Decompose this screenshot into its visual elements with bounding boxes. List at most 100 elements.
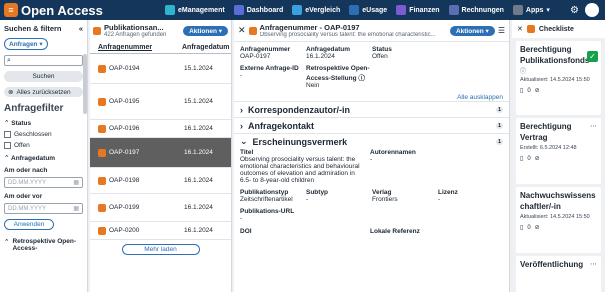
nav-apps[interactable]: Apps ▾ <box>512 5 550 15</box>
field-value: 16.1.2024 <box>306 53 335 60</box>
field-label: Status <box>372 46 392 53</box>
document-icon[interactable]: ▯ <box>520 87 523 94</box>
field-value: OAP-0197 <box>240 53 271 60</box>
list-view-icon[interactable]: ☰ <box>498 26 505 35</box>
close-icon[interactable]: ✕ <box>238 25 246 36</box>
checklist-icon <box>526 25 535 33</box>
list-icon <box>93 27 101 35</box>
more-icon[interactable]: ⋯ <box>590 260 597 268</box>
search-input[interactable]: ⌕ <box>4 55 83 66</box>
verlag-value: Frontiers <box>372 196 398 203</box>
card-meta: Erstellt: 6.5.2024 12:48 <box>520 145 577 151</box>
after-label: Am oder nach <box>4 167 48 174</box>
checklist-title: Checkliste <box>538 25 574 33</box>
expand-all-link[interactable]: Alle ausklappen <box>234 94 509 101</box>
autoren-value: - <box>370 156 373 163</box>
field-value: - <box>240 72 243 79</box>
close-icon[interactable]: ✕ <box>517 25 523 33</box>
request-icon <box>248 26 257 35</box>
finanzen-icon <box>396 5 407 15</box>
hide-icon[interactable]: ⊘ <box>535 224 540 231</box>
section-erscheinungsvermerk[interactable]: ⌄ Erscheinungsvermerk 1 <box>234 133 509 149</box>
date-after-field[interactable]: DD.MM.YYYY ▦ <box>4 177 83 188</box>
checkbox-geschlossen[interactable]: Geschlossen <box>4 131 83 138</box>
nav-eusage[interactable]: eUsage <box>349 5 387 15</box>
col-anfragenummer[interactable]: Anfragenummer <box>98 44 182 51</box>
reset-button[interactable]: ⊗ Alles zurücksetzen <box>4 87 83 97</box>
checklist-card[interactable]: Nachwuchswissenschaftler/-in Aktualisier… <box>516 187 601 253</box>
section-anfragekontakt[interactable]: › Anfragekontakt 1 <box>234 117 509 133</box>
checklist-panel: ✕ Checkliste Berechtigung Publikationsfo… <box>512 20 605 292</box>
apps-icon <box>512 5 523 15</box>
card-title: Berechtigung Publikationsfonds <box>520 45 590 65</box>
info-icon: ⓘ <box>358 75 365 82</box>
app-brand[interactable]: ≡ Open Access <box>0 3 150 18</box>
chevron-down-icon: ▾ <box>546 7 550 14</box>
checklist-card[interactable]: ⋯ Berechtigung Vertrag Erstellt: 6.5.202… <box>516 118 601 184</box>
request-list: Publikationsan... 422 Anfragen gefunden … <box>90 20 232 292</box>
nav-rechnungen[interactable]: Rechnungen <box>448 5 504 15</box>
hide-icon[interactable]: ⊘ <box>535 155 540 162</box>
nav-evergleich[interactable]: eVergleich <box>292 5 340 15</box>
menu-icon[interactable]: ≡ <box>4 3 18 17</box>
card-meta: Aktualisiert: 14.5.2024 15:50 <box>520 214 590 220</box>
field-label: Anfragenummer <box>240 46 291 53</box>
apply-button[interactable]: Anwenden <box>4 219 54 230</box>
avatar[interactable] <box>585 3 599 17</box>
document-icon[interactable]: ▯ <box>520 155 523 162</box>
load-more-button[interactable]: Mehr laden <box>121 244 200 255</box>
calendar-icon: ▦ <box>73 180 79 186</box>
evergleich-icon <box>292 5 303 15</box>
checkmark-icon[interactable]: ✓ <box>587 51 598 62</box>
list-count: 422 Anfragen gefunden <box>104 32 167 38</box>
top-bar: ≡ Open Access eManagement Dashboard eVer… <box>0 0 605 20</box>
titel-value: Observing prosociality versus talent: th… <box>240 156 360 184</box>
filter-sidebar: Suchen & filtern « Anfragen ▾ ⌕ Suchen ⊗ A… <box>0 20 88 292</box>
table-row[interactable]: OAP-0194 15.1.2024 <box>90 54 231 84</box>
rechnungen-icon <box>448 5 459 15</box>
card-meta: Aktualisiert: 14.5.2024 15:50 <box>520 77 590 83</box>
col-anfragedatum[interactable]: Anfragedatum <box>182 44 229 51</box>
collapse-icon[interactable]: « <box>79 24 83 33</box>
emanagement-icon <box>165 5 175 15</box>
nav-emanagement[interactable]: eManagement <box>165 5 225 15</box>
section-korrespondenz[interactable]: › Korrespondenzautor/-in 1 <box>234 101 509 117</box>
sidebar-scrollbar[interactable] <box>83 54 87 114</box>
card-title: Berechtigung Vertrag <box>520 122 572 142</box>
table-row[interactable]: OAP-0198 16.1.2024 <box>90 168 231 194</box>
date-before-field[interactable]: DD.MM.YYYY ▦ <box>4 203 83 214</box>
checklist-card[interactable]: Berechtigung Publikationsfonds ✓ ⓘ Aktua… <box>516 41 601 115</box>
nav-finanzen[interactable]: Finanzen <box>396 5 440 15</box>
list-actions-button[interactable]: Aktionen ▾ <box>183 26 228 36</box>
field-label: Retrospektive Open-Access-Stellung ⓘ <box>306 65 370 82</box>
table-row[interactable]: OAP-0196 16.1.2024 <box>90 120 231 138</box>
chevron-right-icon: › <box>240 120 243 131</box>
autoren-label: Autorennamen <box>370 149 416 156</box>
nav-dashboard[interactable]: Dashboard <box>233 5 283 15</box>
detail-panel: ✕ Anfragenummer - OAP-0197 Observing pro… <box>234 20 510 292</box>
checklist-card[interactable]: ⋯ Veröffentlichung <box>516 256 601 292</box>
document-icon[interactable]: ▯ <box>520 224 523 231</box>
lokale-referenz-label: Lokale Referenz <box>370 228 420 235</box>
table-row[interactable]: OAP-0200 16.1.2024 <box>90 222 231 240</box>
retro-filter[interactable]: ⌃ Retrospektive Open-Access- <box>4 238 83 252</box>
date-filter[interactable]: ⌃ Anfragedatum <box>4 154 83 162</box>
status-filter[interactable]: ⌃ Status <box>4 119 83 127</box>
chevron-right-icon: › <box>240 104 243 115</box>
table-row-selected[interactable]: OAP-0197 16.1.2024 <box>90 138 231 168</box>
field-label: Externe Anfrage-ID <box>240 65 299 72</box>
more-icon[interactable]: ⋯ <box>590 122 597 130</box>
detail-actions-button[interactable]: Aktionen ▾ <box>449 25 495 36</box>
table-row[interactable]: OAP-0199 16.1.2024 <box>90 194 231 222</box>
table-row[interactable]: OAP-0195 15.1.2024 <box>90 84 231 120</box>
search-type-select[interactable]: Anfragen ▾ <box>4 38 48 50</box>
chevron-icon: ⌃ <box>4 239 10 246</box>
checkbox-offen[interactable]: Offen <box>4 142 83 149</box>
field-label: Anfragedatum <box>306 46 351 53</box>
hide-icon[interactable]: ⊘ <box>535 87 540 94</box>
lizenz-label: Lizenz <box>438 189 458 196</box>
search-button[interactable]: Suchen <box>4 71 83 82</box>
list-title: Publikationsan... <box>104 23 164 32</box>
gear-icon[interactable]: ⚙ <box>570 5 579 16</box>
eusage-icon <box>349 5 360 15</box>
